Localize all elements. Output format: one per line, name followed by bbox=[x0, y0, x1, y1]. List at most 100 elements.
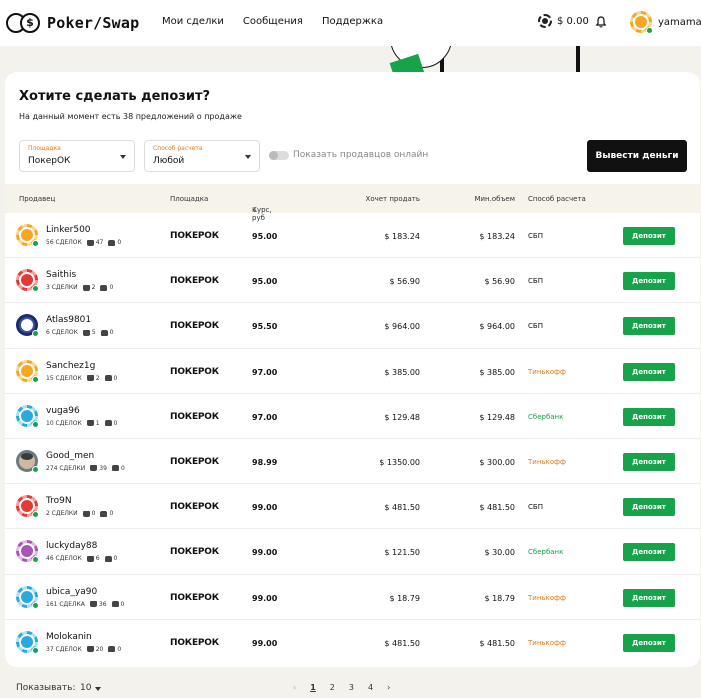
seller-avatar[interactable] bbox=[16, 224, 39, 247]
site-name: ПОКЕРОК bbox=[170, 366, 219, 377]
user-menu[interactable]: yamamai bbox=[630, 11, 701, 34]
next-page-button[interactable]: › bbox=[387, 683, 390, 692]
payment-select[interactable]: Способ расчета Любой bbox=[144, 140, 260, 172]
seller-name[interactable]: Tro9N bbox=[46, 496, 72, 506]
dislikes-count: 0 bbox=[117, 239, 122, 246]
thumbs-down-icon bbox=[104, 555, 112, 562]
logo[interactable]: $ Poker/Swap bbox=[6, 11, 139, 35]
page-1[interactable]: 1 bbox=[310, 683, 316, 692]
seller-avatar[interactable] bbox=[16, 495, 39, 519]
deposit-button[interactable]: Депозит bbox=[623, 588, 675, 607]
withdraw-button[interactable]: Вывести деньги bbox=[587, 140, 687, 172]
nav-support[interactable]: Поддержка bbox=[322, 16, 383, 27]
seller-avatar[interactable] bbox=[16, 449, 39, 473]
deposit-button[interactable]: Депозит bbox=[623, 317, 675, 336]
min-volume-value: $ 964.00 bbox=[479, 322, 515, 332]
bell-icon[interactable] bbox=[595, 16, 607, 28]
site-select[interactable]: Площадка ПокерОК bbox=[19, 140, 135, 172]
thumbs-down-icon bbox=[100, 284, 108, 291]
seller-avatar[interactable] bbox=[16, 585, 39, 609]
dislikes-count: 0 bbox=[113, 555, 118, 563]
username: yamamai bbox=[658, 16, 701, 28]
deposit-button[interactable]: Депозит bbox=[623, 633, 675, 652]
top-header: $ Poker/Swap Мои сделки Сообщения Поддер… bbox=[0, 0, 701, 46]
deposit-button[interactable]: Депозит bbox=[623, 543, 675, 562]
seller-name[interactable]: Sanchez1g bbox=[46, 361, 95, 371]
min-volume-value: $ 129.48 bbox=[479, 412, 515, 422]
deposit-button[interactable]: Депозит bbox=[623, 272, 675, 291]
online-dot bbox=[32, 601, 39, 609]
likes-count: 1 bbox=[95, 419, 100, 427]
deposit-button[interactable]: Депозит bbox=[623, 407, 675, 426]
seller-name[interactable]: luckyday88 bbox=[46, 541, 97, 551]
want-sell-value: $ 1350.00 bbox=[379, 457, 420, 467]
seller-stats: 3 СДЕЛКИ 2 0 bbox=[46, 284, 113, 291]
deals-count: 46 СДЕЛОК bbox=[46, 555, 82, 563]
want-sell-value: $ 481.50 bbox=[384, 638, 420, 648]
site-name: ПОКЕРОК bbox=[170, 231, 219, 241]
page-4[interactable]: 4 bbox=[368, 683, 373, 692]
min-volume-value: $ 481.50 bbox=[479, 638, 515, 648]
likes-count: 47 bbox=[95, 239, 104, 246]
page-title: Хотите сделать депозит? bbox=[19, 89, 211, 104]
prev-page-button[interactable]: ‹ bbox=[293, 683, 296, 692]
dislikes-count: 0 bbox=[113, 374, 118, 382]
seller-name[interactable]: Molokanin bbox=[46, 632, 92, 642]
seller-name[interactable]: Linker500 bbox=[46, 225, 91, 235]
brand-name: Poker/Swap bbox=[47, 14, 140, 32]
nav-messages[interactable]: Сообщения bbox=[243, 16, 303, 27]
chevron-down-icon[interactable] bbox=[95, 687, 101, 691]
seller-avatar[interactable] bbox=[16, 314, 39, 338]
deposit-button[interactable]: Депозит bbox=[623, 452, 675, 471]
thumbs-up-icon bbox=[82, 510, 90, 517]
site-name: ПОКЕРОК bbox=[170, 502, 219, 513]
min-volume-value: $ 30.00 bbox=[484, 548, 515, 558]
pager: ‹ 1 2 3 4 › bbox=[293, 683, 390, 692]
deposit-button[interactable]: Депозит bbox=[623, 498, 675, 517]
dislikes-count: 0 bbox=[113, 419, 118, 427]
seller-name[interactable]: Saithis bbox=[46, 270, 76, 280]
thumbs-up-icon bbox=[82, 329, 90, 336]
page-3[interactable]: 3 bbox=[349, 683, 354, 692]
seller-stats: 274 СДЕЛКИ 39 0 bbox=[46, 465, 125, 472]
user-avatar bbox=[630, 11, 653, 34]
balance[interactable]: $ 0.00 bbox=[538, 14, 589, 28]
online-toggle-label: Показать продавцов онлайн bbox=[293, 150, 429, 160]
page-2[interactable]: 2 bbox=[330, 683, 335, 692]
seller-avatar[interactable] bbox=[16, 540, 39, 564]
online-dot bbox=[32, 646, 39, 654]
payment-method: Тинькофф bbox=[528, 638, 567, 647]
deposit-button[interactable]: Депозит bbox=[623, 227, 675, 245]
seller-avatar[interactable] bbox=[16, 269, 39, 293]
min-volume-value: $ 481.50 bbox=[479, 503, 515, 513]
table-row: Saithis 3 СДЕЛКИ 2 0 ПОКЕРОК 95.00 $ 56.90 $ 56… bbox=[5, 258, 700, 304]
table-row: Sanchez1g 15 СДЕЛОК 2 0 ПОКЕРОК 97.00 $ 385.00… bbox=[5, 349, 700, 394]
seller-avatar[interactable] bbox=[16, 630, 39, 654]
seller-name[interactable]: ubica_ya90 bbox=[46, 587, 97, 597]
rate-value: 97.00 bbox=[252, 367, 278, 377]
online-dot bbox=[32, 330, 39, 338]
thumbs-up-icon bbox=[86, 375, 94, 382]
table-row: Tro9N 2 СДЕЛКИ 0 0 ПОКЕРОК 99.00 $ 481.50 $ 481… bbox=[5, 484, 700, 530]
card-illustration bbox=[389, 53, 425, 72]
online-toggle[interactable] bbox=[269, 151, 289, 160]
page-size-select[interactable]: 10 bbox=[80, 683, 91, 693]
deals-count: 274 СДЕЛКИ bbox=[46, 464, 86, 472]
seller-name[interactable]: vuga96 bbox=[46, 406, 80, 416]
seller-avatar[interactable] bbox=[16, 359, 39, 383]
rate-value: 98.99 bbox=[252, 457, 278, 467]
nav-my-deals[interactable]: Мои сделки bbox=[162, 16, 224, 27]
likes-count: 0 bbox=[91, 510, 96, 518]
thumbs-up-icon bbox=[82, 284, 90, 291]
seller-avatar[interactable] bbox=[16, 404, 39, 428]
likes-count: 36 bbox=[98, 600, 107, 608]
likes-count: 2 bbox=[95, 374, 100, 382]
rate-value: 99.00 bbox=[252, 503, 278, 513]
seller-name[interactable]: Good_men bbox=[46, 451, 94, 461]
deposit-button[interactable]: Депозит bbox=[623, 362, 675, 381]
payment-method: Тинькофф bbox=[528, 367, 567, 376]
likes-count: 5 bbox=[91, 329, 96, 337]
seller-name[interactable]: Atlas9801 bbox=[46, 315, 91, 325]
thumbs-down-icon bbox=[111, 465, 119, 472]
payment-method: СБП bbox=[528, 503, 543, 512]
